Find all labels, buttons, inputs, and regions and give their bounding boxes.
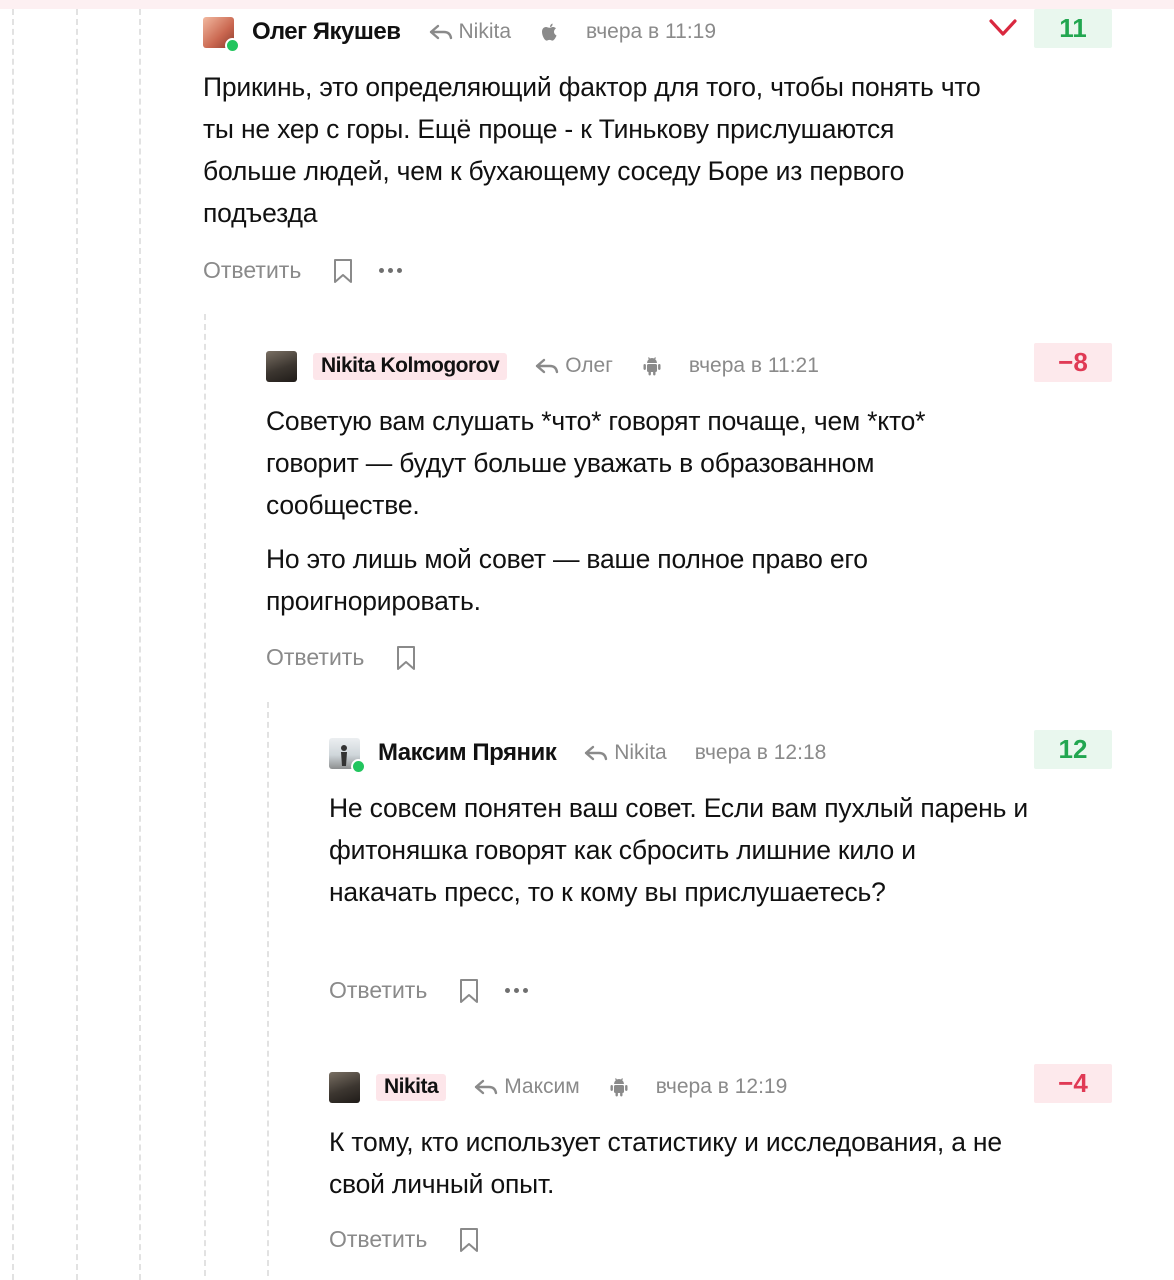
comment-score: 12 — [1034, 730, 1112, 769]
reply-to-name: Nikita — [458, 20, 512, 43]
comment-body: Не совсем понятен ваш совет. Если вам пу… — [329, 787, 1029, 925]
bookmark-icon[interactable] — [459, 1227, 479, 1253]
comment-actions: Ответить — [203, 257, 403, 284]
comment-paragraph: К тому, кто использует статистику и иссл… — [329, 1127, 1002, 1199]
reply-button[interactable]: Ответить — [266, 644, 364, 671]
comment-paragraph: Не совсем понятен ваш совет. Если вам пу… — [329, 793, 1028, 907]
comment-time[interactable]: вчера в 11:21 — [689, 354, 819, 378]
chevron-down-icon[interactable] — [988, 18, 1018, 38]
reply-to[interactable]: Nikita — [429, 20, 512, 44]
comment-time[interactable]: вчера в 12:18 — [695, 741, 827, 765]
thread-line — [267, 702, 269, 1276]
comment-score: −4 — [1034, 1064, 1112, 1103]
reply-to-name: Олег — [565, 354, 613, 377]
bookmark-icon[interactable] — [459, 978, 479, 1004]
reply-to[interactable]: Олег — [535, 354, 613, 378]
reply-button[interactable]: Ответить — [329, 977, 427, 1004]
comment-actions: Ответить — [329, 1226, 479, 1253]
comment-author[interactable]: Максим Пряник — [378, 739, 557, 767]
comment-author[interactable]: Nikita — [376, 1073, 447, 1101]
comment-paragraph: Но это лишь мой совет — ваше полное прав… — [266, 544, 868, 616]
comment-actions: Ответить — [266, 644, 416, 671]
apple-icon — [541, 22, 558, 42]
comment-body: Прикинь, это определяющий фактор для тог… — [203, 66, 993, 246]
avatar[interactable] — [203, 16, 240, 53]
reply-arrow-icon — [474, 1079, 498, 1095]
more-icon[interactable] — [379, 268, 403, 273]
reply-button[interactable]: Ответить — [329, 1226, 427, 1253]
top-strip — [0, 0, 1174, 9]
thread-line — [12, 9, 14, 1280]
comment-header: Nikita Максим вчера в 12:19 — [329, 1069, 787, 1105]
comment-time[interactable]: вчера в 12:19 — [656, 1075, 788, 1099]
reply-arrow-icon — [429, 24, 452, 40]
online-indicator — [225, 37, 240, 53]
comment-score: −8 — [1034, 343, 1112, 382]
thread-line — [76, 9, 78, 1280]
android-icon — [610, 1077, 628, 1097]
comment-paragraph: Прикинь, это определяющий фактор для тог… — [203, 72, 981, 228]
bookmark-icon[interactable] — [396, 645, 416, 671]
avatar[interactable] — [329, 737, 366, 774]
comment-author[interactable]: Nikita Kolmogorov — [313, 352, 508, 380]
comment-actions: Ответить — [329, 977, 529, 1004]
reply-button[interactable]: Ответить — [203, 257, 301, 284]
reply-to[interactable]: Максим — [474, 1075, 580, 1099]
reply-arrow-icon — [585, 745, 608, 761]
thread-line — [139, 9, 141, 1280]
android-icon — [643, 356, 661, 376]
bookmark-icon[interactable] — [333, 258, 353, 284]
comment-paragraph: Советую вам слушать *что* говорят почаще… — [266, 406, 926, 520]
reply-to[interactable]: Nikita — [584, 741, 667, 765]
online-indicator — [351, 758, 366, 774]
reply-arrow-icon — [535, 358, 559, 374]
comment-header: Олег Якушев Nikita вчера в 11:19 — [203, 14, 716, 53]
avatar[interactable] — [329, 1071, 360, 1103]
comment-body: Советую вам слушать *что* говорят почаще… — [266, 400, 966, 634]
comment-author[interactable]: Олег Якушев — [252, 18, 401, 46]
comment-body: К тому, кто использует статистику и иссл… — [329, 1121, 1029, 1217]
comment-header: Максим Пряник Nikita вчера в 12:18 — [329, 735, 827, 774]
reply-to-name: Максим — [504, 1075, 580, 1098]
reply-to-name: Nikita — [614, 741, 667, 764]
more-icon[interactable] — [505, 988, 529, 993]
thread-line — [204, 314, 206, 1276]
comment-score: 11 — [1034, 9, 1112, 48]
comment-header: Nikita Kolmogorov Олег вчера в 11:21 — [266, 348, 819, 384]
avatar[interactable] — [266, 350, 297, 382]
comment-time[interactable]: вчера в 11:19 — [586, 20, 716, 44]
